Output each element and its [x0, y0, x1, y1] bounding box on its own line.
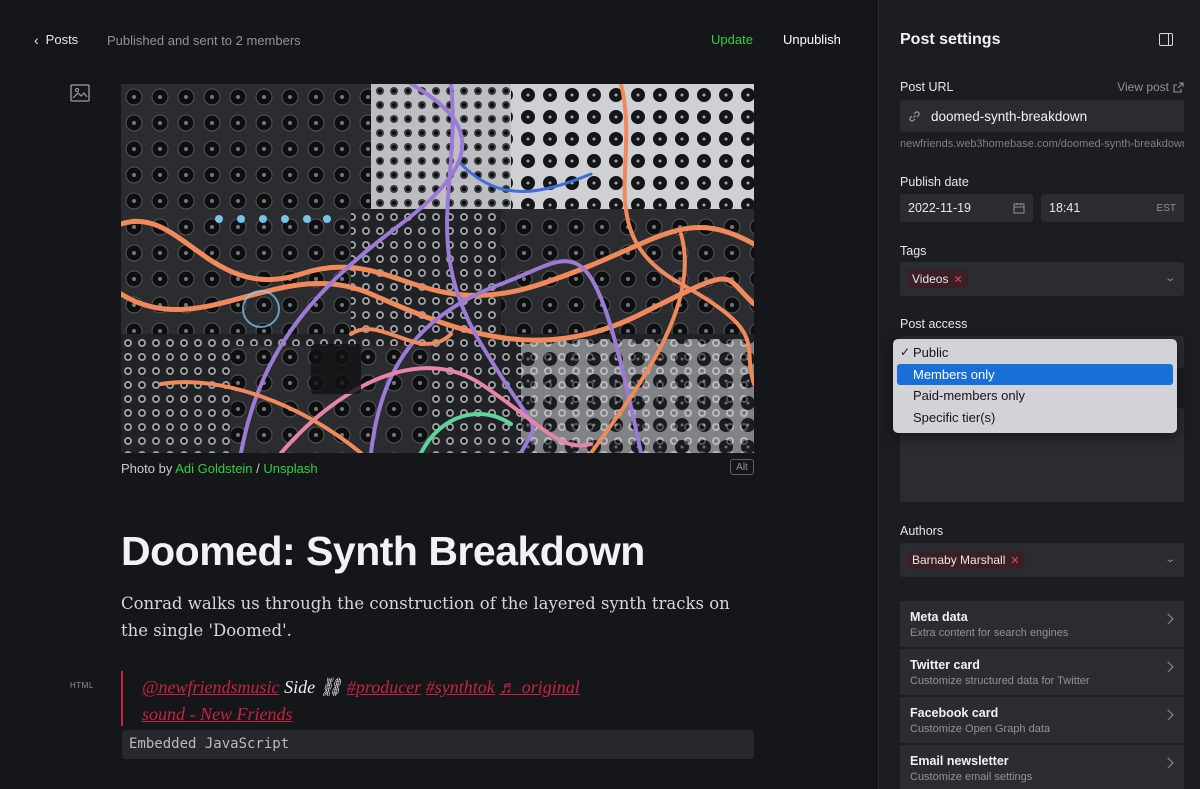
- back-label: Posts: [45, 32, 79, 47]
- email-newsletter-menu[interactable]: Email newsletter Customize email setting…: [900, 745, 1184, 789]
- hashtag-synthtok[interactable]: #synthtok: [426, 677, 495, 697]
- tags-label: Tags: [900, 244, 927, 258]
- menu-title: Twitter card: [910, 658, 980, 672]
- publish-date-input[interactable]: 2022-11-19: [900, 194, 1033, 222]
- remove-tag-icon[interactable]: ✕: [953, 273, 962, 286]
- menu-subtitle: Customize email settings: [910, 771, 1033, 783]
- update-button[interactable]: Update: [711, 32, 753, 47]
- access-option-paid-members-only[interactable]: Paid-members only: [897, 385, 1173, 407]
- tag-chip-label: Videos: [912, 272, 949, 286]
- synth-modules-photo: [121, 84, 754, 453]
- post-slug: doomed-synth-breakdown: [931, 108, 1088, 124]
- post-url-input[interactable]: doomed-synth-breakdown: [900, 100, 1184, 132]
- post-access-label: Post access: [900, 317, 968, 331]
- publish-status: Published and sent to 2 members: [107, 33, 301, 48]
- post-url-hint: newfriends.web3homebase.com/doomed-synth…: [900, 138, 1184, 150]
- menu-subtitle: Extra content for search engines: [910, 627, 1069, 639]
- timezone-label: EST: [1156, 202, 1176, 214]
- publish-date-value: 2022-11-19: [908, 201, 972, 215]
- publish-date-label: Publish date: [900, 175, 969, 189]
- remove-author-icon[interactable]: ✕: [1010, 554, 1019, 567]
- post-access-dropdown: ✓ Public Members only Paid-members only …: [893, 339, 1177, 433]
- authors-select[interactable]: Barnaby Marshall ✕ ⌄: [900, 543, 1184, 577]
- external-link-icon: [1173, 81, 1184, 93]
- menu-subtitle: Customize structured data for Twitter: [910, 675, 1090, 687]
- embed-script-block[interactable]: Embedded JavaScript: [122, 730, 754, 759]
- access-option-public[interactable]: ✓ Public: [897, 342, 1173, 364]
- view-post-link[interactable]: View post: [1117, 80, 1184, 94]
- side-text: Side ⛓: [279, 677, 343, 697]
- feature-image[interactable]: [121, 84, 754, 453]
- option-label: Paid-members only: [913, 388, 1025, 404]
- editor-topbar: ‹ Posts Published and sent to 2 members …: [0, 0, 878, 78]
- chevron-down-icon: ⌄: [1163, 273, 1176, 284]
- unsplash-link[interactable]: Unsplash: [263, 461, 317, 476]
- twitter-card-menu[interactable]: Twitter card Customize structured data f…: [900, 649, 1184, 695]
- access-option-specific-tiers[interactable]: Specific tier(s): [897, 407, 1173, 429]
- calendar-icon[interactable]: [1013, 202, 1025, 214]
- meta-data-menu[interactable]: Meta data Extra content for search engin…: [900, 601, 1184, 647]
- caption-separator: /: [252, 461, 264, 476]
- checkmark-icon: ✓: [900, 345, 911, 359]
- chevron-left-icon: ‹: [34, 31, 39, 48]
- feature-image-icon[interactable]: [70, 84, 90, 102]
- back-to-posts-link[interactable]: ‹ Posts: [34, 32, 78, 47]
- editor-pane: ‹ Posts Published and sent to 2 members …: [0, 0, 878, 789]
- publish-time-value: 18:41: [1049, 201, 1081, 215]
- panel-title: Post settings: [900, 31, 1001, 48]
- access-option-members-only[interactable]: Members only: [897, 363, 1173, 385]
- author-chip: Barnaby Marshall ✕: [907, 551, 1025, 569]
- chevron-down-icon: ⌄: [1163, 554, 1176, 565]
- html-card-content[interactable]: @newfriendsmusic Side ⛓ #producer #synth…: [121, 671, 611, 726]
- authors-label: Authors: [900, 524, 944, 538]
- html-card-label: HTML: [70, 681, 94, 690]
- post-title[interactable]: Doomed: Synth Breakdown: [121, 528, 645, 575]
- caption-prefix: Photo by: [121, 461, 176, 476]
- menu-title: Meta data: [910, 610, 968, 624]
- option-label: Members only: [913, 366, 995, 382]
- menu-subtitle: Customize Open Graph data: [910, 723, 1051, 735]
- author-chip-label: Barnaby Marshall: [912, 553, 1006, 567]
- tag-chip: Videos ✕: [907, 270, 968, 288]
- photographer-link[interactable]: Adi Goldstein: [175, 461, 252, 476]
- unpublish-button[interactable]: Unpublish: [783, 32, 841, 47]
- tags-select[interactable]: Videos ✕ ⌄: [900, 262, 1184, 296]
- alt-text-button[interactable]: Alt: [730, 459, 754, 475]
- menu-title: Facebook card: [910, 706, 999, 720]
- sidebar-toggle-icon[interactable]: [1159, 33, 1173, 46]
- post-excerpt[interactable]: Conrad walks us through the construction…: [121, 590, 761, 644]
- view-post-label: View post: [1117, 80, 1169, 94]
- post-url-label: Post URL: [900, 80, 954, 94]
- facebook-card-menu[interactable]: Facebook card Customize Open Graph data: [900, 697, 1184, 743]
- publish-time-input[interactable]: 18:41 EST: [1041, 194, 1184, 222]
- hashtag-producer[interactable]: #producer: [347, 677, 421, 697]
- menu-title: Email newsletter: [910, 754, 1009, 768]
- link-icon: [909, 110, 920, 122]
- option-label: Specific tier(s): [913, 409, 996, 425]
- option-label: Public: [913, 345, 949, 361]
- mention-link[interactable]: @newfriendsmusic: [142, 677, 280, 697]
- feature-image-caption[interactable]: Photo by Adi Goldstein / Unsplash: [121, 461, 318, 476]
